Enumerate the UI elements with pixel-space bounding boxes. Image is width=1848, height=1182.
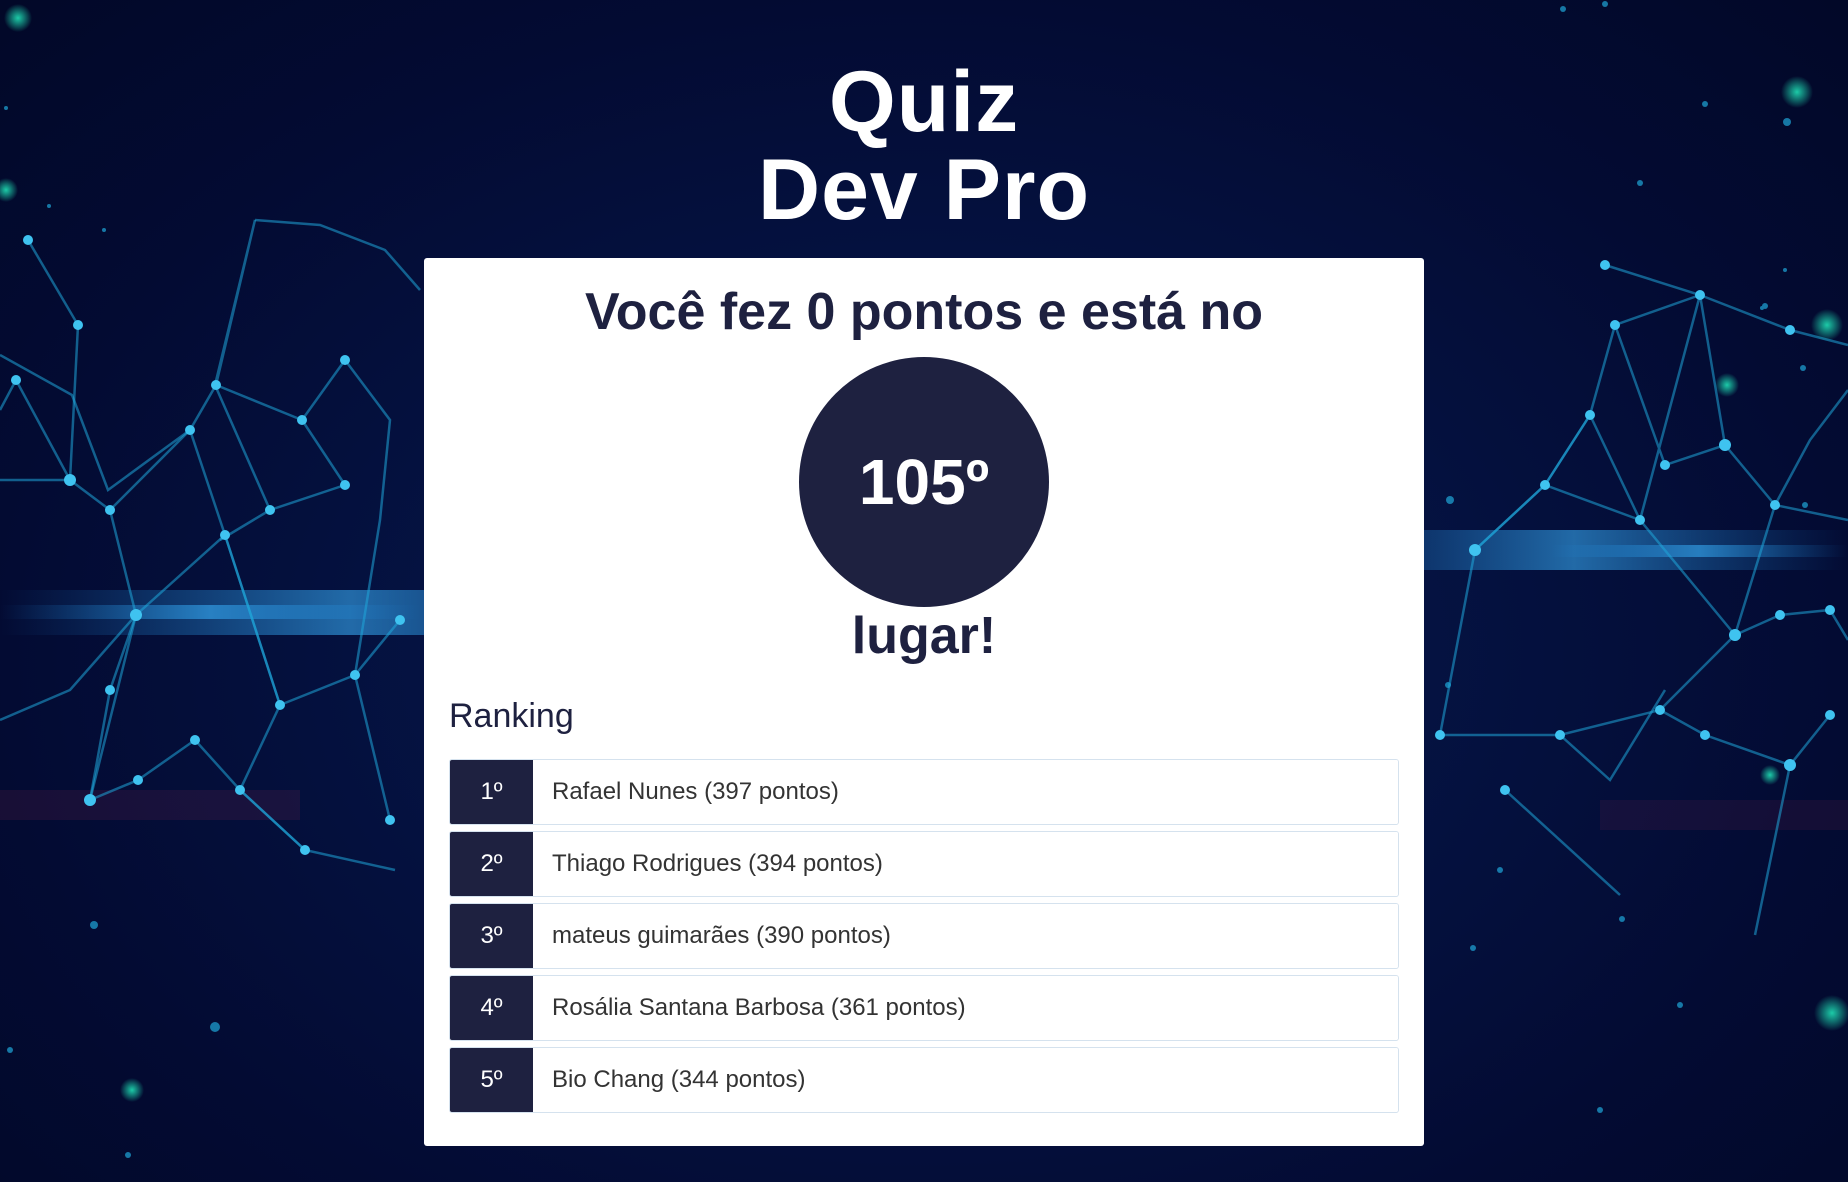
ranking-row: 1º Rafael Nunes (397 pontos) [449, 759, 1399, 825]
ranking-player: Rafael Nunes (397 pontos) [533, 760, 1398, 824]
result-tail: lugar! [851, 607, 997, 665]
app-title: Quiz Dev Pro [0, 58, 1848, 234]
ranking-list: 1º Rafael Nunes (397 pontos) 2º Thiago R… [449, 759, 1399, 1119]
ranking-player: mateus guimarães (390 pontos) [533, 904, 1398, 968]
ranking-row: 5º Bio Chang (344 pontos) [449, 1047, 1399, 1113]
position-value: 105º [858, 446, 990, 518]
ranking-title: Ranking [449, 697, 574, 735]
app-title-line1: Quiz [828, 54, 1020, 150]
app-title-line2: Dev Pro [757, 142, 1091, 238]
ranking-position: 5º [450, 1048, 533, 1112]
ranking-player: Thiago Rodrigues (394 pontos) [533, 832, 1398, 896]
result-headline: Você fez 0 pontos e está no [584, 283, 1264, 341]
ranking-position: 2º [450, 832, 533, 896]
ranking-position: 1º [450, 760, 533, 824]
ranking-position: 4º [450, 976, 533, 1040]
ranking-player: Bio Chang (344 pontos) [533, 1048, 1398, 1112]
result-card: Você fez 0 pontos e está no 105º lugar! … [424, 258, 1424, 1146]
ranking-row: 4º Rosália Santana Barbosa (361 pontos) [449, 975, 1399, 1041]
ranking-player: Rosália Santana Barbosa (361 pontos) [533, 976, 1398, 1040]
ranking-row: 3º mateus guimarães (390 pontos) [449, 903, 1399, 969]
position-badge: 105º [799, 357, 1049, 607]
ranking-row: 2º Thiago Rodrigues (394 pontos) [449, 831, 1399, 897]
ranking-position: 3º [450, 904, 533, 968]
